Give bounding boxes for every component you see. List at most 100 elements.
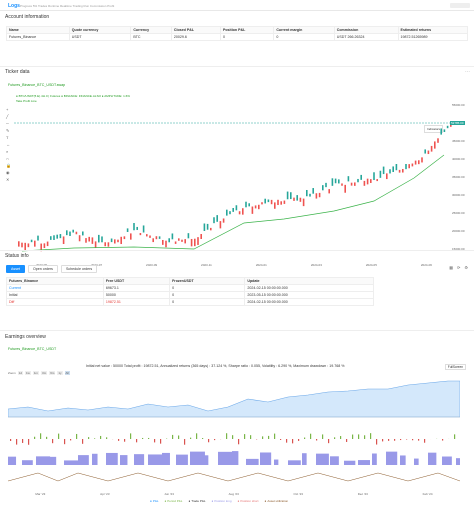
period-bar — [88, 437, 90, 439]
period-bar — [94, 438, 96, 439]
position-bar — [148, 454, 163, 465]
candle — [94, 241, 97, 248]
candle — [344, 184, 346, 193]
period-bar — [376, 439, 378, 445]
candle — [299, 197, 302, 202]
measure-icon[interactable]: ↔ — [6, 142, 12, 149]
eye-icon[interactable]: ◉ — [6, 170, 12, 177]
lock-icon[interactable]: 🔒 — [6, 163, 12, 170]
candle — [411, 163, 414, 167]
candle — [267, 199, 270, 203]
position-bar — [274, 459, 279, 465]
price-tag: 52785.00 — [450, 121, 465, 125]
candle — [210, 227, 212, 231]
candle — [414, 160, 417, 165]
magnet-icon[interactable]: ∩ — [6, 156, 12, 163]
table-cell: 2023-05-15 00:00:00.000 — [244, 291, 374, 299]
zoom-option[interactable]: 6m — [49, 371, 56, 375]
period-bar — [184, 439, 186, 445]
period-bar — [232, 435, 234, 439]
more-icon[interactable]: ⋯ — [465, 69, 470, 75]
settings-icon[interactable]: ⚙ — [464, 265, 468, 270]
legend-position-short[interactable]: Position short — [238, 499, 258, 503]
position-bar — [372, 453, 377, 465]
position-bar — [50, 456, 57, 465]
candle — [280, 201, 282, 205]
candle — [142, 225, 145, 233]
candle — [405, 164, 407, 170]
position-bars — [8, 451, 460, 465]
candle — [347, 176, 350, 182]
crosshair-icon[interactable]: + — [6, 107, 12, 114]
candle — [104, 242, 106, 247]
legend-asset-utilization[interactable]: Asset utilization — [265, 499, 288, 503]
period-bar — [400, 439, 402, 441]
candle — [72, 229, 74, 233]
top-right-button[interactable] — [450, 3, 470, 8]
candle — [242, 208, 244, 215]
candle — [110, 238, 113, 243]
text-tool-icon[interactable]: T — [6, 135, 12, 142]
period-bar — [214, 439, 216, 441]
period-bar — [100, 435, 102, 439]
refresh-icon[interactable]: ⟳ — [457, 265, 460, 270]
position-bar — [162, 452, 170, 465]
candle — [91, 237, 94, 244]
candle — [136, 226, 138, 230]
candle — [418, 160, 420, 165]
legend-pnl[interactable]: P&L — [150, 499, 159, 503]
period-bar — [76, 433, 78, 439]
zoom-option[interactable]: All — [64, 371, 70, 375]
table-cell: 69673.1 — [102, 284, 171, 292]
candle — [437, 138, 439, 143]
grid-icon[interactable]: ▦ — [449, 265, 453, 270]
fullscreen-button[interactable]: FullScreen — [444, 364, 466, 370]
candle — [155, 236, 158, 240]
legend-position-long[interactable]: Position long — [212, 499, 231, 503]
line-tool-icon[interactable]: ╱ — [6, 114, 12, 121]
hline-tool-icon[interactable]: ─ — [6, 121, 12, 128]
x-tick: Apr '23 — [100, 492, 110, 496]
candlestick-chart[interactable] — [14, 103, 454, 273]
zoom-option[interactable]: 1w — [25, 371, 31, 375]
account-table: Name Quote currency Currency Closed P&L … — [6, 26, 469, 41]
period-bar — [412, 439, 414, 441]
candle — [235, 205, 238, 211]
candle — [187, 233, 190, 239]
candle — [302, 198, 305, 207]
period-bar — [280, 439, 282, 440]
zoom-option[interactable]: 1d — [17, 371, 24, 375]
candle — [258, 204, 260, 210]
period-bar — [310, 433, 312, 439]
period-bar — [172, 434, 174, 439]
position-bar — [330, 456, 339, 465]
zoom-icon[interactable]: ⌕ — [6, 149, 12, 156]
candle — [203, 223, 206, 231]
trash-icon[interactable]: ✕ — [6, 177, 12, 184]
zoom-option[interactable]: 3m — [41, 371, 48, 375]
legend-trade-pnl[interactable]: Trade P&L — [188, 499, 205, 503]
earnings-chart[interactable] — [8, 377, 460, 492]
legend-period-pnl[interactable]: Period P&L — [164, 499, 182, 503]
candle — [338, 179, 340, 184]
zoom-option[interactable]: 1m — [32, 371, 40, 375]
candle — [251, 206, 254, 214]
candle — [85, 238, 87, 243]
position-bar — [176, 454, 188, 465]
tab-open-orders[interactable]: Open orders — [28, 265, 58, 273]
zoom-option[interactable]: 1y — [57, 371, 63, 375]
position-bar — [456, 458, 460, 465]
table-cell: 0 — [169, 284, 246, 292]
y-tick: 30000.00 — [452, 193, 465, 197]
period-bar — [268, 435, 270, 439]
x-tick: Oct '23 — [293, 492, 303, 496]
candle — [363, 180, 366, 186]
period-bar — [190, 437, 192, 439]
table-cell: BTC — [130, 33, 172, 41]
candle — [171, 233, 174, 240]
candle — [139, 233, 142, 236]
tab-schedule-orders[interactable]: Schedule orders — [60, 265, 98, 273]
candle — [318, 192, 321, 198]
tab-asset[interactable]: Asset — [6, 265, 25, 273]
pen-tool-icon[interactable]: ✎ — [6, 128, 12, 135]
